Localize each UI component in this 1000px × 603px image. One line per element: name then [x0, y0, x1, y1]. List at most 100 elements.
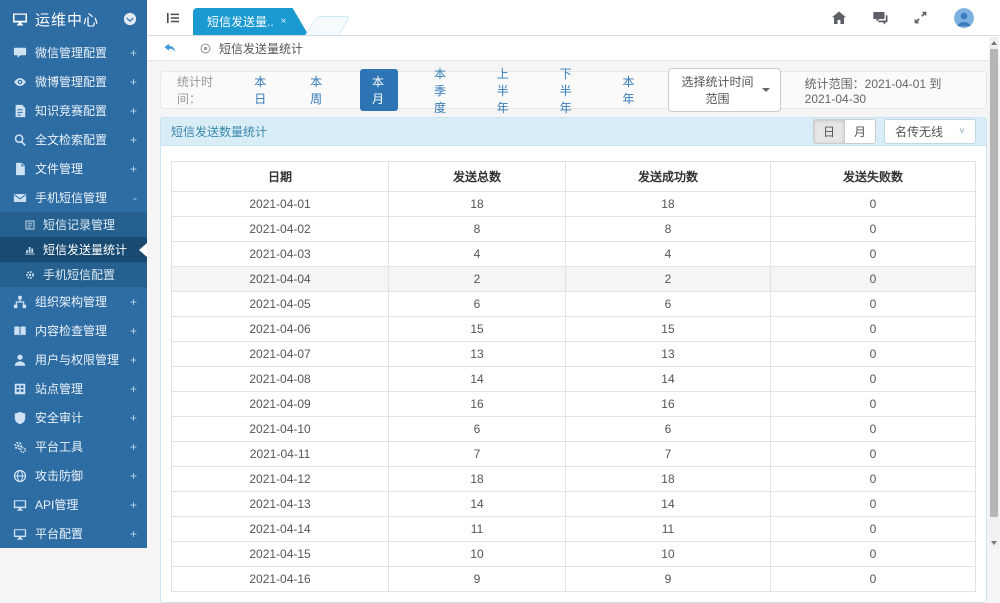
sidebar-item-label: 攻击防御 [35, 467, 130, 484]
table-cell: 18 [565, 467, 770, 492]
table-cell: 6 [389, 417, 566, 442]
table-cell: 14 [565, 492, 770, 517]
filter-option[interactable]: 本日 [248, 69, 274, 111]
panel-body: 日期发送总数发送成功数发送失败数2021-04-0118180 2021-04-0… [161, 146, 986, 602]
sidebar-item-label: 手机短信管理 [35, 189, 133, 206]
main-area: 短信发送量.. × 短信发送量统计 统计时间： 本日本周本月本季度上半年下半年本… [147, 0, 1000, 548]
table-cell: 18 [565, 192, 770, 217]
sidebar-item[interactable]: 用户与权限管理+ [0, 345, 147, 374]
home-icon[interactable] [831, 10, 847, 26]
back-arrow-icon[interactable] [163, 41, 177, 55]
table-cell: 2021-04-08 [172, 367, 389, 392]
filter-option[interactable]: 上半年 [491, 61, 524, 120]
day-month-toggle: 日 月 [813, 119, 876, 144]
table-cell: 0 [770, 292, 975, 317]
filter-option[interactable]: 本周 [304, 69, 330, 111]
tab-label: 短信发送量.. [207, 13, 274, 30]
sidebar-item[interactable]: 平台工具+ [0, 432, 147, 461]
table-cell: 9 [389, 567, 566, 592]
table-cell: 2021-04-03 [172, 242, 389, 267]
table-cell: 14 [389, 367, 566, 392]
channel-select[interactable]: 名传无线 ˅ [884, 119, 976, 144]
table-cell: 8 [389, 217, 566, 242]
comments-icon[interactable] [872, 10, 888, 26]
org-icon [13, 295, 27, 309]
sidebar-subitem[interactable]: 短信发送量统计 [0, 237, 147, 262]
table-row: 2021-04-1510100 [172, 542, 976, 567]
doc-icon [13, 104, 27, 118]
table-cell: 0 [770, 217, 975, 242]
monitor-icon [12, 11, 28, 27]
filter-option[interactable]: 本月 [360, 69, 398, 111]
sidebar-item-label: 平台配置 [35, 525, 130, 542]
sidebar-subitem-label: 短信发送量统计 [43, 241, 127, 258]
table-cell: 0 [770, 342, 975, 367]
table-row: 2021-04-1411110 [172, 517, 976, 542]
chevron-circle-down-icon[interactable] [123, 12, 137, 26]
sidebar-item[interactable]: 站点管理+ [0, 374, 147, 403]
table-cell: 13 [389, 342, 566, 367]
sidebar-toggle-icon[interactable] [165, 10, 181, 26]
tab-bar: 短信发送量.. × [147, 0, 1000, 36]
table-cell: 2021-04-13 [172, 492, 389, 517]
sidebar-subitem[interactable]: 手机短信配置 [0, 262, 147, 287]
sidebar-header: 运维中心 [0, 0, 147, 38]
channel-select-value: 名传无线 [895, 123, 943, 140]
expand-indicator: + [130, 382, 137, 396]
table-cell: 0 [770, 242, 975, 267]
tab-sms-statistics[interactable]: 短信发送量.. × [193, 8, 309, 35]
vertical-scrollbar[interactable] [989, 37, 999, 548]
sidebar-item[interactable]: API管理+ [0, 490, 147, 519]
tab-close-icon[interactable]: × [281, 16, 287, 27]
table-row: 2021-04-1218180 [172, 467, 976, 492]
sidebar-item-label: 内容检查管理 [35, 322, 130, 339]
sidebar-menu: 微信管理配置+微博管理配置+知识竞赛配置+全文检索配置+文件管理+手机短信管理-… [0, 38, 147, 548]
sidebar-item[interactable]: 微信管理配置+ [0, 38, 147, 67]
scrollbar-thumb[interactable] [990, 49, 998, 517]
month-toggle-button[interactable]: 月 [845, 119, 876, 144]
table-cell: 15 [565, 317, 770, 342]
column-header: 发送总数 [389, 162, 566, 192]
sidebar-item[interactable]: 攻击防御+ [0, 461, 147, 490]
table-cell: 7 [565, 442, 770, 467]
expand-indicator: + [130, 527, 137, 541]
sidebar-subitem[interactable]: 短信记录管理 [0, 212, 147, 237]
sidebar-item[interactable]: 安全审计+ [0, 403, 147, 432]
table-cell: 2021-04-16 [172, 567, 389, 592]
scrollbar-up-arrow[interactable] [989, 37, 999, 48]
sidebar-item-label: 平台工具 [35, 438, 130, 455]
table-cell: 14 [565, 367, 770, 392]
sidebar-item[interactable]: 手机短信管理- [0, 183, 147, 212]
table-header-row: 日期发送总数发送成功数发送失败数 [172, 162, 976, 192]
table-cell: 0 [770, 317, 975, 342]
table-row: 2021-04-0118180 [172, 192, 976, 217]
table-cell: 6 [389, 292, 566, 317]
filter-option[interactable]: 本年 [616, 69, 642, 111]
day-toggle-button[interactable]: 日 [813, 119, 845, 144]
gears-icon [13, 440, 27, 454]
table-cell: 2021-04-12 [172, 467, 389, 492]
expand-indicator: + [130, 133, 137, 147]
user-avatar[interactable] [954, 8, 974, 28]
monitor-icon [13, 498, 27, 512]
sidebar-item[interactable]: 全文检索配置+ [0, 125, 147, 154]
sidebar-item[interactable]: 内容检查管理+ [0, 316, 147, 345]
filter-option[interactable]: 下半年 [554, 61, 587, 120]
sidebar-item[interactable]: 知识竞赛配置+ [0, 96, 147, 125]
table-cell: 0 [770, 417, 975, 442]
expand-indicator: + [130, 440, 137, 454]
sidebar-item[interactable]: 文件管理+ [0, 154, 147, 183]
sidebar-item[interactable]: 组织架构管理+ [0, 287, 147, 316]
expand-indicator: + [130, 46, 137, 60]
sidebar-item[interactable]: 微博管理配置+ [0, 67, 147, 96]
table-cell: 4 [565, 242, 770, 267]
table-row: 2021-04-11770 [172, 442, 976, 467]
scrollbar-down-arrow[interactable] [989, 537, 999, 548]
gear-icon [24, 269, 36, 281]
time-range-dropdown-button[interactable]: 选择统计时间范围 [668, 68, 780, 112]
fullscreen-icon[interactable] [913, 10, 929, 26]
filter-option[interactable]: 本季度 [428, 61, 461, 120]
sidebar-item[interactable]: 平台配置+ [0, 519, 147, 548]
table-cell: 0 [770, 267, 975, 292]
statistics-range-text: 统计范围：2021-04-01 到 2021-04-30 [805, 75, 970, 106]
